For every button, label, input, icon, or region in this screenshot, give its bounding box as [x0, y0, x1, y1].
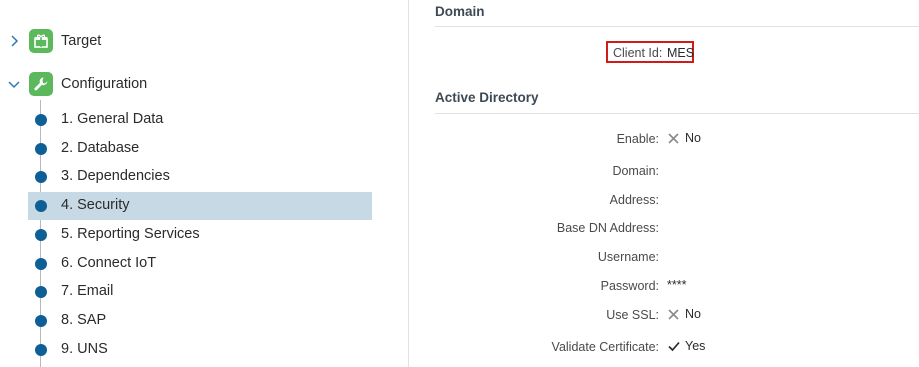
gift-icon	[29, 29, 53, 53]
step-label: 6. Connect IoT	[61, 255, 157, 271]
field-label: Enable:	[616, 132, 659, 146]
field-label: Base DN Address:	[556, 221, 659, 235]
step-label: 8. SAP	[61, 312, 107, 328]
step-label: 9. UNS	[61, 341, 108, 357]
step-security[interactable]: 4. Security	[28, 192, 372, 220]
step-dot	[35, 286, 47, 298]
step-dot	[35, 143, 47, 155]
validate-certificate-value: Yes	[685, 339, 706, 353]
step-label: 7. Email	[61, 283, 114, 299]
section-title-active-directory: Active Directory	[435, 90, 539, 105]
step-general-data[interactable]: 1. General Data	[28, 106, 372, 134]
step-dot	[35, 258, 47, 270]
wizard-tree: Target Configuration 1. General Data 2. …	[0, 0, 408, 367]
step-uns[interactable]: 9. UNS	[28, 336, 372, 364]
step-dot	[35, 114, 47, 126]
enable-value: No	[685, 131, 701, 145]
check-icon	[667, 340, 680, 353]
password-value: ****	[667, 278, 687, 292]
step-sap[interactable]: 8. SAP	[28, 307, 372, 335]
step-connect-iot[interactable]: 6. Connect IoT	[28, 250, 372, 278]
step-label: 2. Database	[61, 140, 140, 156]
client-id-value: MES	[667, 46, 695, 60]
step-label: 5. Reporting Services	[61, 226, 200, 242]
cross-icon	[667, 308, 680, 321]
field-label: Use SSL:	[606, 308, 659, 322]
field-password: Password: ****	[409, 277, 919, 297]
tree-node-target[interactable]: Target	[0, 27, 380, 55]
cross-icon	[667, 132, 680, 145]
step-dependencies[interactable]: 3. Dependencies	[28, 163, 372, 191]
use-ssl-value: No	[685, 307, 701, 321]
step-database[interactable]: 2. Database	[28, 135, 372, 163]
field-label: Username:	[597, 250, 659, 264]
field-address: Address:	[409, 191, 919, 211]
step-dot	[35, 200, 47, 212]
wrench-icon	[29, 72, 53, 96]
field-value: No	[667, 307, 701, 321]
field-value: No	[667, 131, 701, 145]
field-base-dn-address: Base DN Address:	[409, 219, 919, 239]
security-panel: Domain Client Id: MES Active Directory E…	[409, 0, 919, 367]
step-label: 4. Security	[61, 197, 130, 213]
field-label: Validate Certificate:	[551, 340, 659, 354]
field-label: Password:	[600, 279, 659, 293]
section-divider	[435, 113, 919, 114]
tree-node-configuration[interactable]: Configuration	[0, 70, 380, 98]
field-username: Username:	[409, 248, 919, 268]
client-id-label: Client Id:	[613, 46, 663, 60]
field-value: Yes	[667, 339, 705, 353]
step-label: 1. General Data	[61, 111, 164, 127]
section-title-domain: Domain	[435, 4, 485, 19]
step-dot	[35, 315, 47, 327]
field-label: Domain:	[612, 164, 659, 178]
step-reporting-services[interactable]: 5. Reporting Services	[28, 221, 372, 249]
field-label: Address:	[609, 193, 659, 207]
field-domain: Domain:	[409, 162, 919, 182]
tree-node-label: Target	[61, 33, 102, 49]
tree-node-label: Configuration	[61, 76, 148, 92]
step-dot	[35, 171, 47, 183]
section-divider	[435, 26, 919, 27]
step-dot	[35, 229, 47, 241]
field-use-ssl: Use SSL: No	[409, 306, 919, 326]
chevron-right-icon[interactable]	[7, 34, 21, 48]
client-id-highlight: Client Id: MES	[606, 41, 694, 63]
step-label: 3. Dependencies	[61, 168, 170, 184]
chevron-down-icon[interactable]	[7, 77, 21, 91]
step-dot	[35, 344, 47, 356]
field-validate-certificate: Validate Certificate: Yes	[409, 338, 919, 358]
field-enable: Enable: No	[409, 130, 919, 150]
step-email[interactable]: 7. Email	[28, 278, 372, 306]
